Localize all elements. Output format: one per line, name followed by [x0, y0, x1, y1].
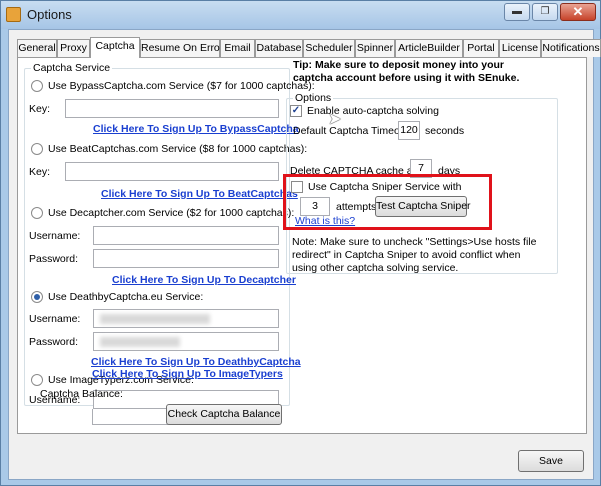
test-sniper-button[interactable]: Test Captcha Sniper	[375, 196, 471, 217]
decaptcher-username-input[interactable]	[93, 226, 279, 245]
sniper-attempts-input[interactable]: 3	[300, 197, 330, 216]
tip-text: Tip: Make sure to deposit money into you…	[293, 59, 519, 85]
maximize-icon: ❐	[540, 6, 550, 17]
close-button[interactable]: ✕	[560, 3, 596, 21]
enable-auto-label: Enable auto-captcha solving	[307, 105, 439, 117]
bypass-radio[interactable]	[31, 80, 43, 92]
sniper-label: Use Captcha Sniper Service with	[308, 181, 462, 193]
timeout-input[interactable]: 120	[398, 121, 420, 140]
redacted-password	[100, 337, 180, 347]
timeout-unit: seconds	[425, 125, 465, 137]
deathby-username-input[interactable]	[93, 309, 279, 328]
deathby-username-label: Username:	[29, 313, 81, 325]
bypass-label: Use BypassCaptcha.com Service ($7 for 10…	[48, 80, 315, 92]
tab-proxy[interactable]: Proxy	[57, 39, 90, 57]
tip-line-1: Tip: Make sure to deposit money into you…	[293, 59, 504, 71]
minimize-button[interactable]: ▬	[504, 3, 530, 21]
bypass-signup-link[interactable]: Click Here To Sign Up To BypassCaptcha	[93, 123, 299, 135]
tab-portal[interactable]: Portal	[463, 39, 499, 57]
captcha-service-title: Captcha Service	[31, 62, 113, 74]
tab-scheduler[interactable]: Scheduler	[303, 39, 355, 57]
captcha-balance-label: Captcha Balance:	[40, 388, 123, 400]
minimize-icon: ▬	[512, 6, 522, 17]
redacted-username	[100, 314, 210, 324]
beat-key-input[interactable]	[65, 162, 279, 181]
beat-label: Use BeatCaptchas.com Service ($8 for 100…	[48, 143, 308, 155]
note-line-3: using other captcha solving service.	[292, 262, 459, 274]
beat-signup-link[interactable]: Click Here To Sign Up To BeatCaptchas	[101, 188, 298, 200]
captcha-service-group: Captcha Service Use BypassCaptcha.com Se…	[24, 62, 315, 409]
note-line-2: redirect" in Captcha Sniper to avoid con…	[292, 249, 521, 261]
tip-line-2: captcha account before using it with SEn…	[293, 72, 520, 84]
deathby-radio[interactable]	[31, 291, 43, 303]
note-line-1: Note: Make sure to uncheck "Settings>Use…	[292, 236, 537, 248]
window-title: Options	[27, 7, 72, 22]
deathby-label: Use DeathbyCaptcha.eu Service:	[48, 291, 204, 303]
sniper-attempts-label: attempts	[336, 201, 377, 213]
decaptcher-radio[interactable]	[31, 207, 43, 219]
enable-auto-checkbox[interactable]: ✓	[290, 105, 302, 117]
sniper-checkbox[interactable]	[291, 181, 303, 193]
timeout-label: Default Captcha Timeout:	[293, 125, 412, 137]
title-bar[interactable]: Options ▬ ❐ ✕	[1, 1, 600, 29]
deathby-password-label: Password:	[29, 336, 79, 348]
decaptcher-label: Use Decaptcher.com Service ($2 for 1000 …	[48, 207, 295, 219]
tab-email[interactable]: Email	[220, 39, 255, 57]
imagetyperz-radio[interactable]	[31, 374, 43, 386]
decaptcher-password-input[interactable]	[93, 249, 279, 268]
imagetyperz-signup-link[interactable]: Click Here To Sign Up To ImageTypers	[92, 368, 283, 380]
bypass-key-label: Key:	[29, 103, 51, 115]
check-balance-button[interactable]: Check Captcha Balance	[166, 404, 282, 425]
tab-general[interactable]: General	[17, 39, 57, 57]
decaptcher-username-label: Username:	[29, 230, 81, 242]
deathby-signup-link[interactable]: Click Here To Sign Up To DeathbyCaptcha	[91, 356, 301, 368]
bypass-key-input[interactable]	[65, 99, 279, 118]
decaptcher-password-label: Password:	[29, 253, 79, 265]
decaptcher-signup-link[interactable]: Click Here To Sign Up To Decaptcher	[112, 274, 296, 286]
tab-captcha[interactable]: Captcha	[90, 37, 140, 58]
sniper-note: Note: Make sure to uncheck "Settings>Use…	[292, 236, 536, 275]
maximize-button[interactable]: ❐	[532, 3, 558, 21]
close-icon: ✕	[572, 4, 584, 19]
beat-key-label: Key:	[29, 166, 51, 178]
tab-license[interactable]: License	[499, 39, 541, 57]
tab-notifications[interactable]: Notifications	[541, 39, 601, 57]
what-is-this-link[interactable]: What is this?	[295, 215, 355, 227]
app-icon	[6, 7, 21, 22]
options-group-title: Options	[293, 92, 334, 104]
tab-database[interactable]: Database	[255, 39, 303, 57]
deathby-password-input[interactable]	[93, 332, 279, 351]
tab-resume-on-error[interactable]: Resume On Error	[140, 39, 223, 57]
tab-articlebuilder[interactable]: ArticleBuilder	[395, 39, 463, 57]
save-button[interactable]: Save	[518, 450, 584, 472]
tab-spinner[interactable]: Spinner	[355, 39, 395, 57]
beat-radio[interactable]	[31, 143, 43, 155]
